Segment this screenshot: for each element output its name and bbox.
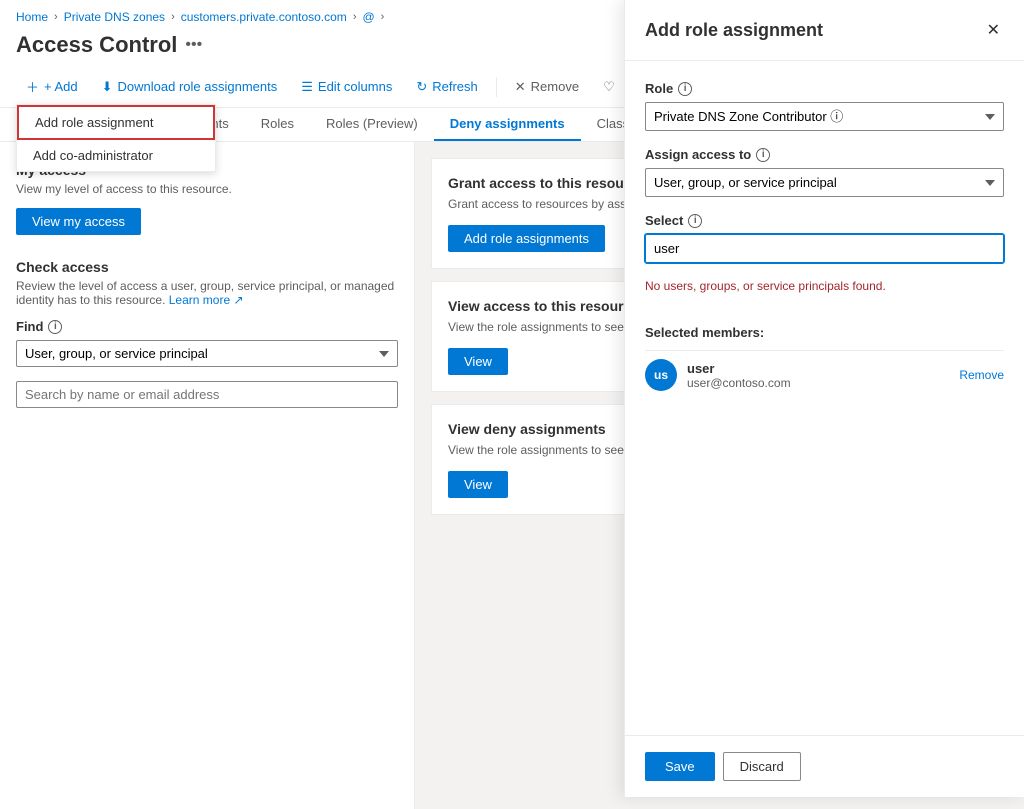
selected-members-section: Selected members: us user user@contoso.c… [645, 325, 1004, 399]
favorite-button[interactable]: ♡ [593, 74, 625, 100]
find-field: Find i User, group, or service principal [16, 319, 398, 367]
search-input[interactable] [16, 381, 398, 408]
breadcrumb-sep-2: › [171, 11, 175, 23]
select-info-icon[interactable]: i [688, 214, 702, 228]
assign-info-icon[interactable]: i [756, 148, 770, 162]
member-item: us user user@contoso.com Remove [645, 350, 1004, 399]
assign-select-wrapper: User, group, or service principal [645, 168, 1004, 197]
view-my-access-button[interactable]: View my access [16, 208, 141, 235]
assign-access-label: Assign access to i [645, 147, 1004, 162]
role-info-icon[interactable]: i [678, 82, 692, 96]
my-access-section: My access View my level of access to thi… [16, 162, 398, 235]
find-label: Find i [16, 319, 398, 334]
select-field: Select i No users, groups, or service pr… [645, 213, 1004, 301]
dropdown-item-add-role[interactable]: Add role assignment [17, 105, 215, 140]
toolbar-divider [496, 77, 497, 97]
left-panel: My access View my level of access to thi… [0, 142, 415, 809]
favorite-icon: ♡ [603, 79, 615, 95]
side-panel-footer: Save Discard [625, 735, 1024, 797]
assign-access-select[interactable]: User, group, or service principal [645, 168, 1004, 197]
role-label: Role i [645, 81, 1004, 96]
add-dropdown-menu: Add role assignment Add co-administrator [16, 104, 216, 172]
tab-roles[interactable]: Roles [245, 108, 310, 141]
refresh-button[interactable]: ↻ Refresh [406, 74, 487, 100]
dropdown-item-add-coadmin[interactable]: Add co-administrator [17, 140, 215, 171]
search-field [16, 377, 398, 408]
refresh-label: Refresh [432, 79, 478, 94]
add-icon: ＋ [26, 77, 39, 96]
member-name: user [687, 361, 949, 376]
edit-columns-button[interactable]: ☰ Edit columns [291, 74, 402, 100]
member-email: user@contoso.com [687, 376, 949, 390]
role-field: Role i Private DNS Zone Contributor ⓘ [645, 81, 1004, 131]
assign-access-field: Assign access to i User, group, or servi… [645, 147, 1004, 197]
no-results-message: No users, groups, or service principals … [645, 271, 1004, 301]
side-panel: Add role assignment ✕ Role i Private DNS… [624, 0, 1024, 797]
role-select-wrapper: Private DNS Zone Contributor ⓘ [645, 102, 1004, 131]
member-remove-link[interactable]: Remove [959, 368, 1004, 382]
discard-button[interactable]: Discard [723, 752, 801, 781]
breadcrumb-home[interactable]: Home [16, 10, 48, 24]
my-access-description: View my level of access to this resource… [16, 182, 398, 196]
tab-deny-assignments[interactable]: Deny assignments [434, 108, 581, 141]
view-access-button[interactable]: View [448, 348, 508, 375]
breadcrumb-at[interactable]: @ [362, 10, 374, 24]
breadcrumb-sep-1: › [54, 11, 58, 23]
edit-columns-label: Edit columns [318, 79, 392, 94]
remove-label: Remove [531, 79, 579, 94]
find-select-wrapper: User, group, or service principal [16, 340, 398, 367]
download-label: Download role assignments [118, 79, 278, 94]
page-title: Access Control [16, 32, 177, 58]
selected-members-title: Selected members: [645, 325, 1004, 340]
breadcrumb-sep-4: › [381, 11, 385, 23]
download-icon: ⬇ [102, 79, 113, 95]
add-label: + Add [44, 79, 78, 94]
side-panel-header: Add role assignment ✕ [625, 0, 1024, 61]
more-options-icon[interactable]: ••• [185, 36, 202, 54]
avatar: us [645, 359, 677, 391]
breadcrumb-sep-3: › [353, 11, 357, 23]
select-label: Select i [645, 213, 1004, 228]
columns-icon: ☰ [301, 79, 313, 95]
select-input[interactable] [645, 234, 1004, 263]
save-button[interactable]: Save [645, 752, 715, 781]
add-button[interactable]: ＋ + Add [16, 72, 88, 101]
breadcrumb-dns-zones[interactable]: Private DNS zones [64, 10, 165, 24]
remove-button[interactable]: ✕ Remove [505, 74, 589, 100]
role-select[interactable]: Private DNS Zone Contributor ⓘ [645, 102, 1004, 131]
check-access-section: Check access Review the level of access … [16, 259, 398, 408]
add-role-assignments-button[interactable]: Add role assignments [448, 225, 605, 252]
breadcrumb-contoso[interactable]: customers.private.contoso.com [181, 10, 347, 24]
side-panel-body: Role i Private DNS Zone Contributor ⓘ As… [625, 61, 1024, 735]
find-info-icon[interactable]: i [48, 320, 62, 334]
find-select[interactable]: User, group, or service principal [16, 340, 398, 367]
learn-more-link[interactable]: Learn more ↗ [169, 293, 244, 307]
tab-roles-preview[interactable]: Roles (Preview) [310, 108, 434, 141]
check-access-description: Review the level of access a user, group… [16, 279, 398, 307]
close-button[interactable]: ✕ [983, 16, 1004, 44]
remove-icon: ✕ [515, 79, 526, 95]
refresh-icon: ↻ [416, 79, 427, 95]
download-button[interactable]: ⬇ Download role assignments [92, 74, 288, 100]
view-deny-button[interactable]: View [448, 471, 508, 498]
check-access-title: Check access [16, 259, 398, 275]
member-info: user user@contoso.com [687, 361, 949, 390]
side-panel-title: Add role assignment [645, 20, 823, 41]
